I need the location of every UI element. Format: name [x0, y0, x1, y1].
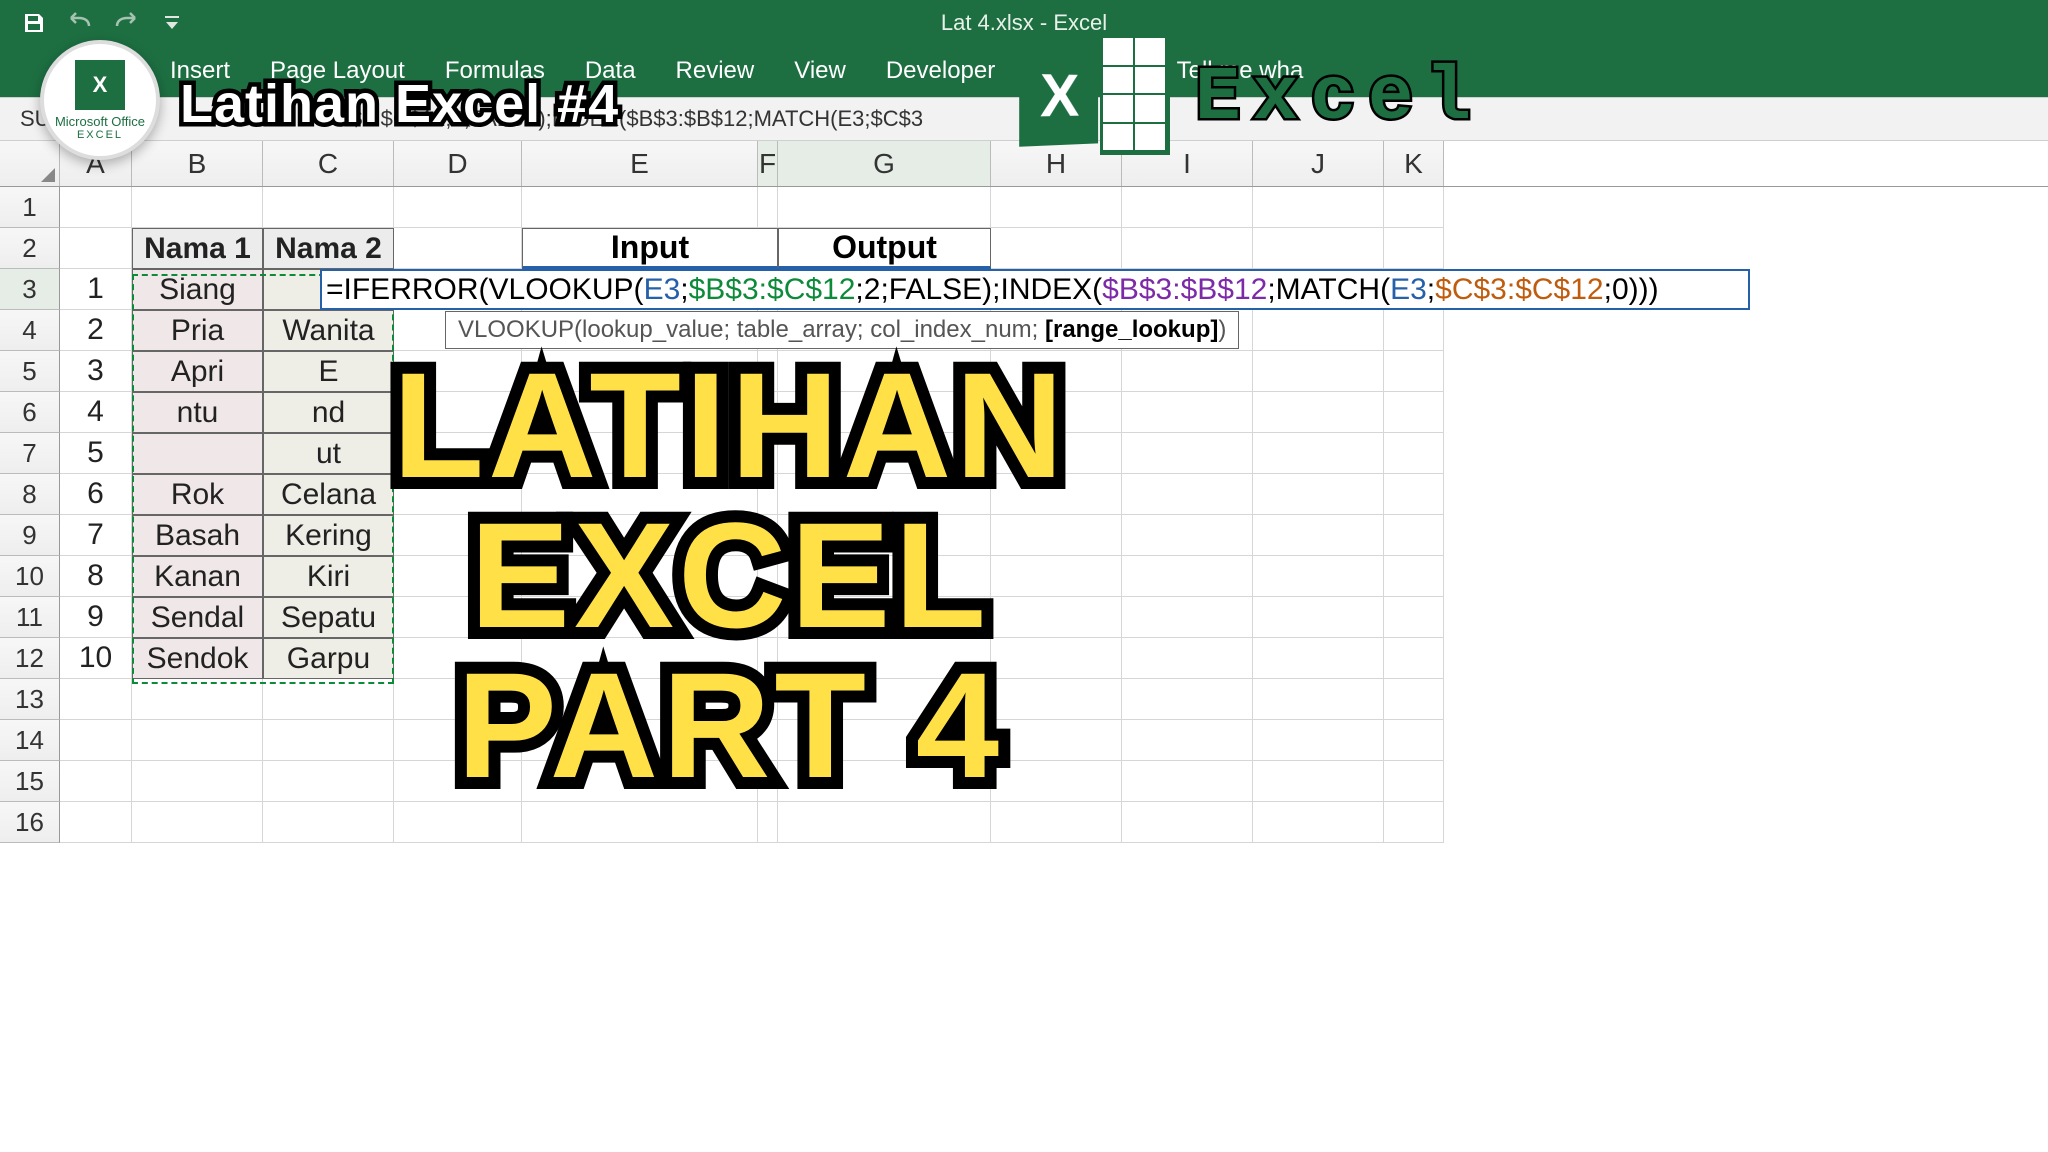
overlay-big-title: LATIHAN EXCEL PART 4	[130, 350, 1330, 800]
header-output[interactable]: Output	[778, 228, 991, 269]
row-9[interactable]: 9	[0, 515, 60, 556]
excel-icon: X	[75, 60, 125, 110]
col-D[interactable]: D	[394, 141, 522, 186]
row-10[interactable]: 10	[0, 556, 60, 597]
row-7[interactable]: 7	[0, 433, 60, 474]
col-E[interactable]: E	[522, 141, 758, 186]
row-11[interactable]: 11	[0, 597, 60, 638]
redo-icon[interactable]	[112, 9, 140, 37]
overlay-series-label: Latihan Excel #4	[180, 73, 619, 135]
row-13[interactable]: 13	[0, 679, 60, 720]
col-F[interactable]: F	[758, 141, 778, 186]
save-icon[interactable]	[20, 9, 48, 37]
excel-logo-big: X	[1020, 25, 1170, 175]
col-G[interactable]: G	[778, 141, 991, 186]
row-3[interactable]: 3	[0, 269, 60, 310]
select-all-corner[interactable]	[0, 141, 60, 186]
cell-editing-formula[interactable]: =IFERROR(VLOOKUP(E3;$B$3:$C$12;2;FALSE);…	[320, 269, 1750, 310]
row-8[interactable]: 8	[0, 474, 60, 515]
col-B[interactable]: B	[132, 141, 263, 186]
quickaccess-more-icon[interactable]	[158, 9, 186, 37]
row-16[interactable]: 16	[0, 802, 60, 843]
row-6[interactable]: 6	[0, 392, 60, 433]
header-nama1[interactable]: Nama 1	[132, 228, 263, 269]
row-1[interactable]: 1	[0, 187, 60, 228]
row-2[interactable]: 2	[0, 228, 60, 269]
row-15[interactable]: 15	[0, 761, 60, 802]
row-4[interactable]: 4	[0, 310, 60, 351]
col-C[interactable]: C	[263, 141, 394, 186]
col-J[interactable]: J	[1253, 141, 1384, 186]
undo-icon[interactable]	[66, 9, 94, 37]
col-K[interactable]: K	[1384, 141, 1444, 186]
overlay-excel-text: Excel	[1195, 55, 1483, 141]
row-12[interactable]: 12	[0, 638, 60, 679]
tab-view[interactable]: View	[794, 57, 846, 85]
channel-badge: X Microsoft Office EXCEL	[40, 40, 160, 160]
row-14[interactable]: 14	[0, 720, 60, 761]
header-nama2[interactable]: Nama 2	[263, 228, 394, 269]
header-input[interactable]: Input	[522, 228, 778, 269]
row-5[interactable]: 5	[0, 351, 60, 392]
tab-review[interactable]: Review	[676, 57, 755, 85]
tab-developer[interactable]: Developer	[886, 57, 995, 85]
